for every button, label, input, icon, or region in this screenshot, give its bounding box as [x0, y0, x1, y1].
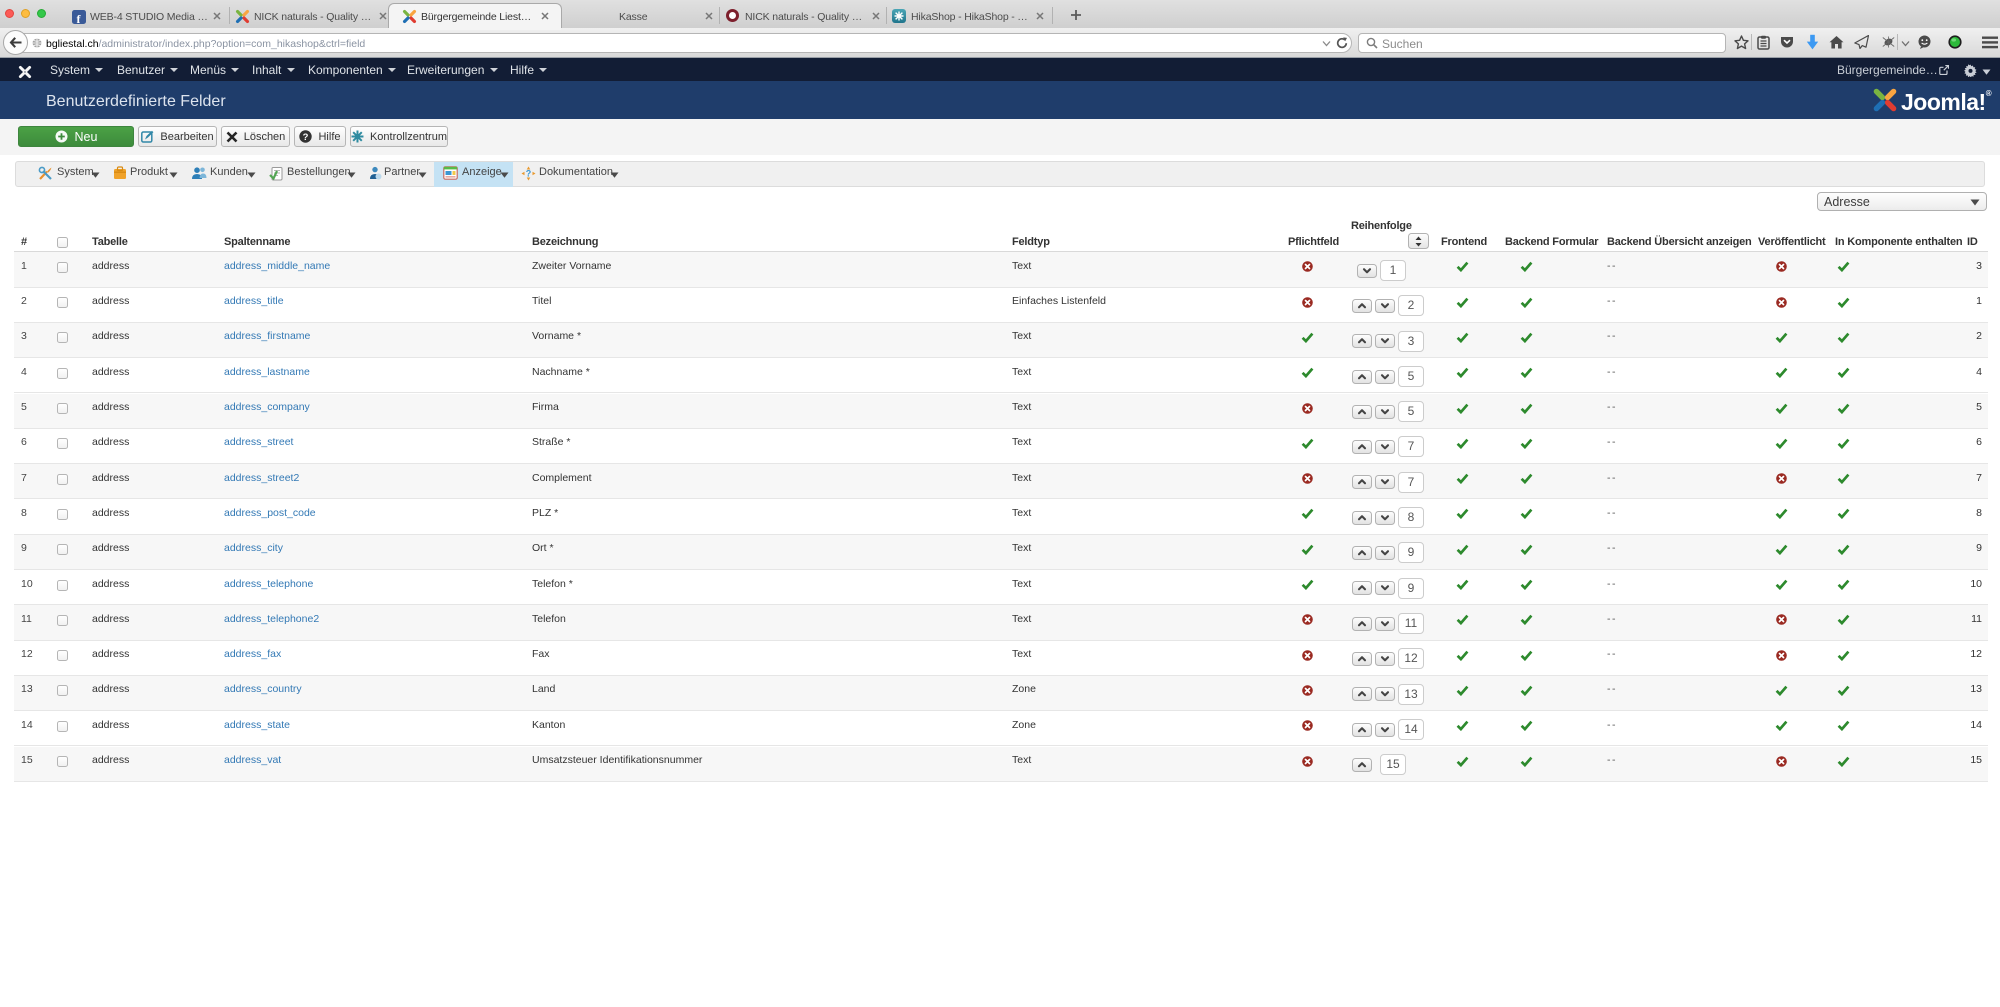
svg-text:?: ? — [303, 132, 309, 143]
svg-text:?: ? — [526, 169, 532, 179]
